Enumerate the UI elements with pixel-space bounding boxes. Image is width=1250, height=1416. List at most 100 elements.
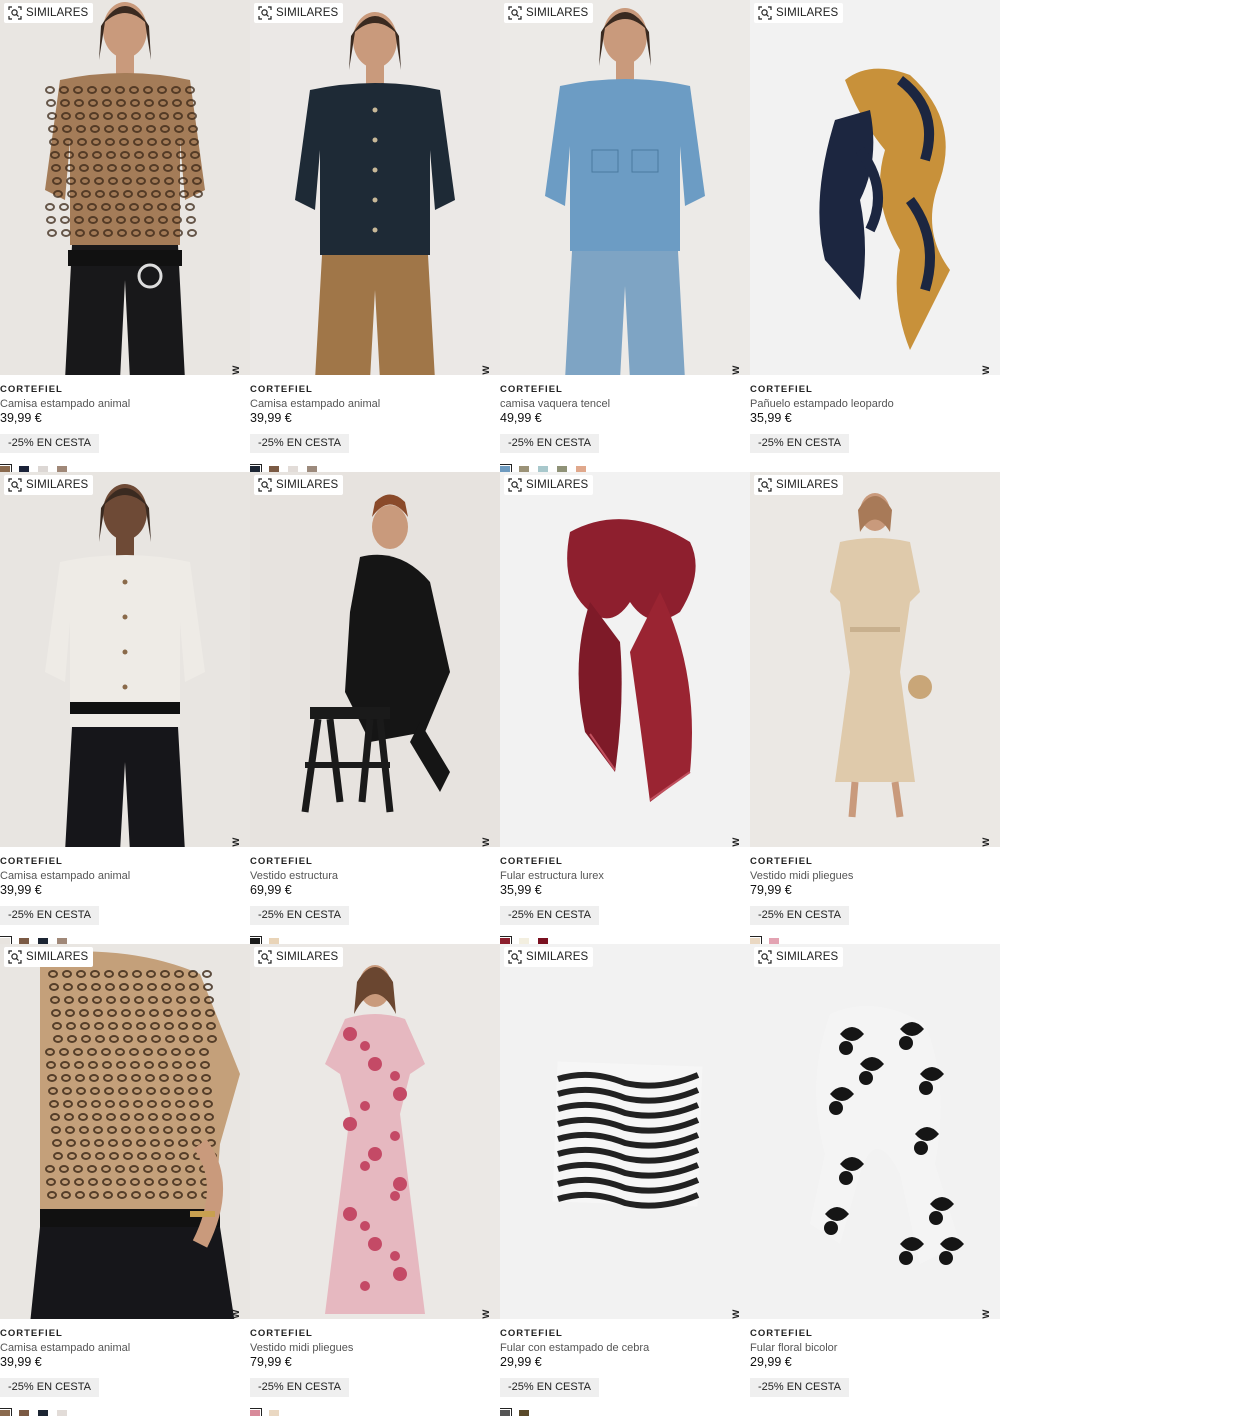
similar-button[interactable]: SIMILARES: [754, 475, 844, 495]
similar-button[interactable]: SIMILARES: [754, 3, 844, 23]
color-swatch[interactable]: [519, 1410, 529, 1416]
product-image[interactable]: SIMILARES NEW: [500, 0, 750, 375]
product-card[interactable]: SIMILARES NEW CORTEFIEL Vestido estructu…: [250, 472, 500, 944]
product-price: 79,99 €: [250, 1355, 292, 1369]
product-image[interactable]: SIMILARES NEW: [250, 472, 500, 847]
similar-button[interactable]: SIMILARES: [754, 947, 844, 967]
product-photo: [295, 12, 455, 375]
color-swatch[interactable]: [500, 1408, 512, 1416]
visual-search-icon: [758, 478, 772, 492]
promo-badge: -25% EN CESTA: [250, 434, 349, 453]
product-card[interactable]: SIMILARES NEW CORTEFIEL Fular con estamp…: [500, 944, 750, 1416]
product-name[interactable]: Vestido estructura: [250, 869, 500, 883]
product-name[interactable]: Camisa estampado animal: [250, 397, 500, 411]
product-brand: CORTEFIEL: [0, 1328, 63, 1339]
product-name[interactable]: Vestido midi pliegues: [750, 869, 1000, 883]
similar-label: SIMILARES: [776, 479, 839, 491]
product-price: 39,99 €: [0, 411, 42, 425]
color-swatch[interactable]: [269, 1410, 279, 1416]
product-card[interactable]: SIMILARES NEW CORTEFIEL Camisa estampado…: [0, 0, 250, 472]
similar-button[interactable]: SIMILARES: [254, 475, 344, 495]
product-name[interactable]: Camisa estampado animal: [0, 1341, 250, 1355]
product-brand: CORTEFIEL: [750, 856, 813, 867]
product-price: 69,99 €: [250, 883, 292, 897]
product-card[interactable]: SIMILARES NEW CORTEFIEL Vestido midi pli…: [750, 472, 1000, 944]
product-name[interactable]: Fular estructura lurex: [500, 869, 750, 883]
product-name[interactable]: Pañuelo estampado leopardo: [750, 397, 1000, 411]
similar-button[interactable]: SIMILARES: [4, 3, 94, 23]
similar-button[interactable]: SIMILARES: [4, 475, 94, 495]
visual-search-icon: [508, 6, 522, 20]
product-brand: CORTEFIEL: [250, 856, 313, 867]
product-info: CORTEFIEL Camisa estampado animal 39,99 …: [250, 384, 500, 472]
product-info: CORTEFIEL Fular floral bicolor 29,99 € -…: [750, 1328, 1000, 1410]
product-name[interactable]: Camisa estampado animal: [0, 397, 250, 411]
product-image[interactable]: SIMILARES NEW: [500, 472, 750, 847]
color-swatch[interactable]: [19, 1410, 29, 1416]
product-info: CORTEFIEL Fular con estampado de cebra 2…: [500, 1328, 750, 1416]
similar-label: SIMILARES: [776, 951, 839, 963]
product-image[interactable]: SIMILARES NEW: [500, 944, 750, 1319]
color-swatches: [0, 1408, 250, 1416]
product-card[interactable]: SIMILARES NEW CORTEFIEL Fular estructura…: [500, 472, 750, 944]
product-photo: [552, 1061, 703, 1209]
similar-button[interactable]: SIMILARES: [504, 947, 594, 967]
similar-button[interactable]: SIMILARES: [254, 947, 344, 967]
new-badge: NEW: [731, 365, 742, 375]
product-price: 49,99 €: [500, 411, 542, 425]
similar-button[interactable]: SIMILARES: [504, 475, 594, 495]
similar-label: SIMILARES: [26, 479, 89, 491]
product-name[interactable]: Fular con estampado de cebra: [500, 1341, 750, 1355]
product-card[interactable]: SIMILARES NEW CORTEFIEL Camisa estampado…: [0, 472, 250, 944]
product-grid: SIMILARES NEW CORTEFIEL Camisa estampado…: [0, 0, 1001, 1416]
new-badge: NEW: [981, 837, 992, 847]
product-card[interactable]: SIMILARES NEW CORTEFIEL Vestido midi pli…: [250, 944, 500, 1416]
visual-search-icon: [758, 6, 772, 20]
promo-badge: -25% EN CESTA: [500, 906, 599, 925]
product-photo: [545, 8, 705, 375]
product-name[interactable]: Fular floral bicolor: [750, 1341, 1000, 1355]
color-swatch[interactable]: [0, 1408, 12, 1416]
product-info: CORTEFIEL Camisa estampado animal 39,99 …: [0, 1328, 250, 1416]
product-image[interactable]: SIMILARES NEW: [0, 944, 250, 1319]
product-name[interactable]: Vestido midi pliegues: [250, 1341, 500, 1355]
similar-label: SIMILARES: [26, 951, 89, 963]
product-image[interactable]: SIMILARES NEW: [250, 0, 500, 375]
product-price: 35,99 €: [750, 411, 792, 425]
similar-button[interactable]: SIMILARES: [504, 3, 594, 23]
product-image[interactable]: SIMILARES NEW: [0, 0, 250, 375]
similar-label: SIMILARES: [776, 7, 839, 19]
product-image[interactable]: SIMILARES NEW: [250, 944, 500, 1319]
product-brand: CORTEFIEL: [750, 384, 813, 395]
product-image[interactable]: SIMILARES NEW: [0, 472, 250, 847]
product-photo: [30, 951, 240, 1319]
product-name[interactable]: camisa vaquera tencel: [500, 397, 750, 411]
visual-search-icon: [258, 478, 272, 492]
color-swatch[interactable]: [38, 1410, 48, 1416]
new-badge: NEW: [231, 1309, 242, 1319]
product-info: CORTEFIEL Fular estructura lurex 35,99 €…: [500, 856, 750, 944]
product-card[interactable]: SIMILARES NEW CORTEFIEL Camisa estampado…: [250, 0, 500, 472]
product-price: 39,99 €: [0, 883, 42, 897]
color-swatch[interactable]: [57, 1410, 67, 1416]
product-card[interactable]: SIMILARES NEW CORTEFIEL Fular floral bic…: [750, 944, 1000, 1416]
product-image[interactable]: SIMILARES NEW: [750, 472, 1000, 847]
product-price: 29,99 €: [500, 1355, 542, 1369]
product-photo: [819, 68, 950, 351]
similar-button[interactable]: SIMILARES: [4, 947, 94, 967]
similar-label: SIMILARES: [276, 951, 339, 963]
new-badge: NEW: [731, 1309, 742, 1319]
product-card[interactable]: SIMILARES NEW CORTEFIEL Pañuelo estampad…: [750, 0, 1000, 472]
color-swatch[interactable]: [250, 1408, 262, 1416]
product-image[interactable]: SIMILARES NEW: [750, 944, 1000, 1319]
product-price: 29,99 €: [750, 1355, 792, 1369]
similar-button[interactable]: SIMILARES: [254, 3, 344, 23]
product-image[interactable]: SIMILARES NEW: [750, 0, 1000, 375]
product-brand: CORTEFIEL: [250, 1328, 313, 1339]
product-card[interactable]: SIMILARES NEW CORTEFIEL camisa vaquera t…: [500, 0, 750, 472]
product-card[interactable]: SIMILARES NEW CORTEFIEL Camisa estampado…: [0, 944, 250, 1416]
product-brand: CORTEFIEL: [0, 856, 63, 867]
product-brand: CORTEFIEL: [500, 1328, 563, 1339]
product-photo: [45, 484, 205, 847]
product-name[interactable]: Camisa estampado animal: [0, 869, 250, 883]
